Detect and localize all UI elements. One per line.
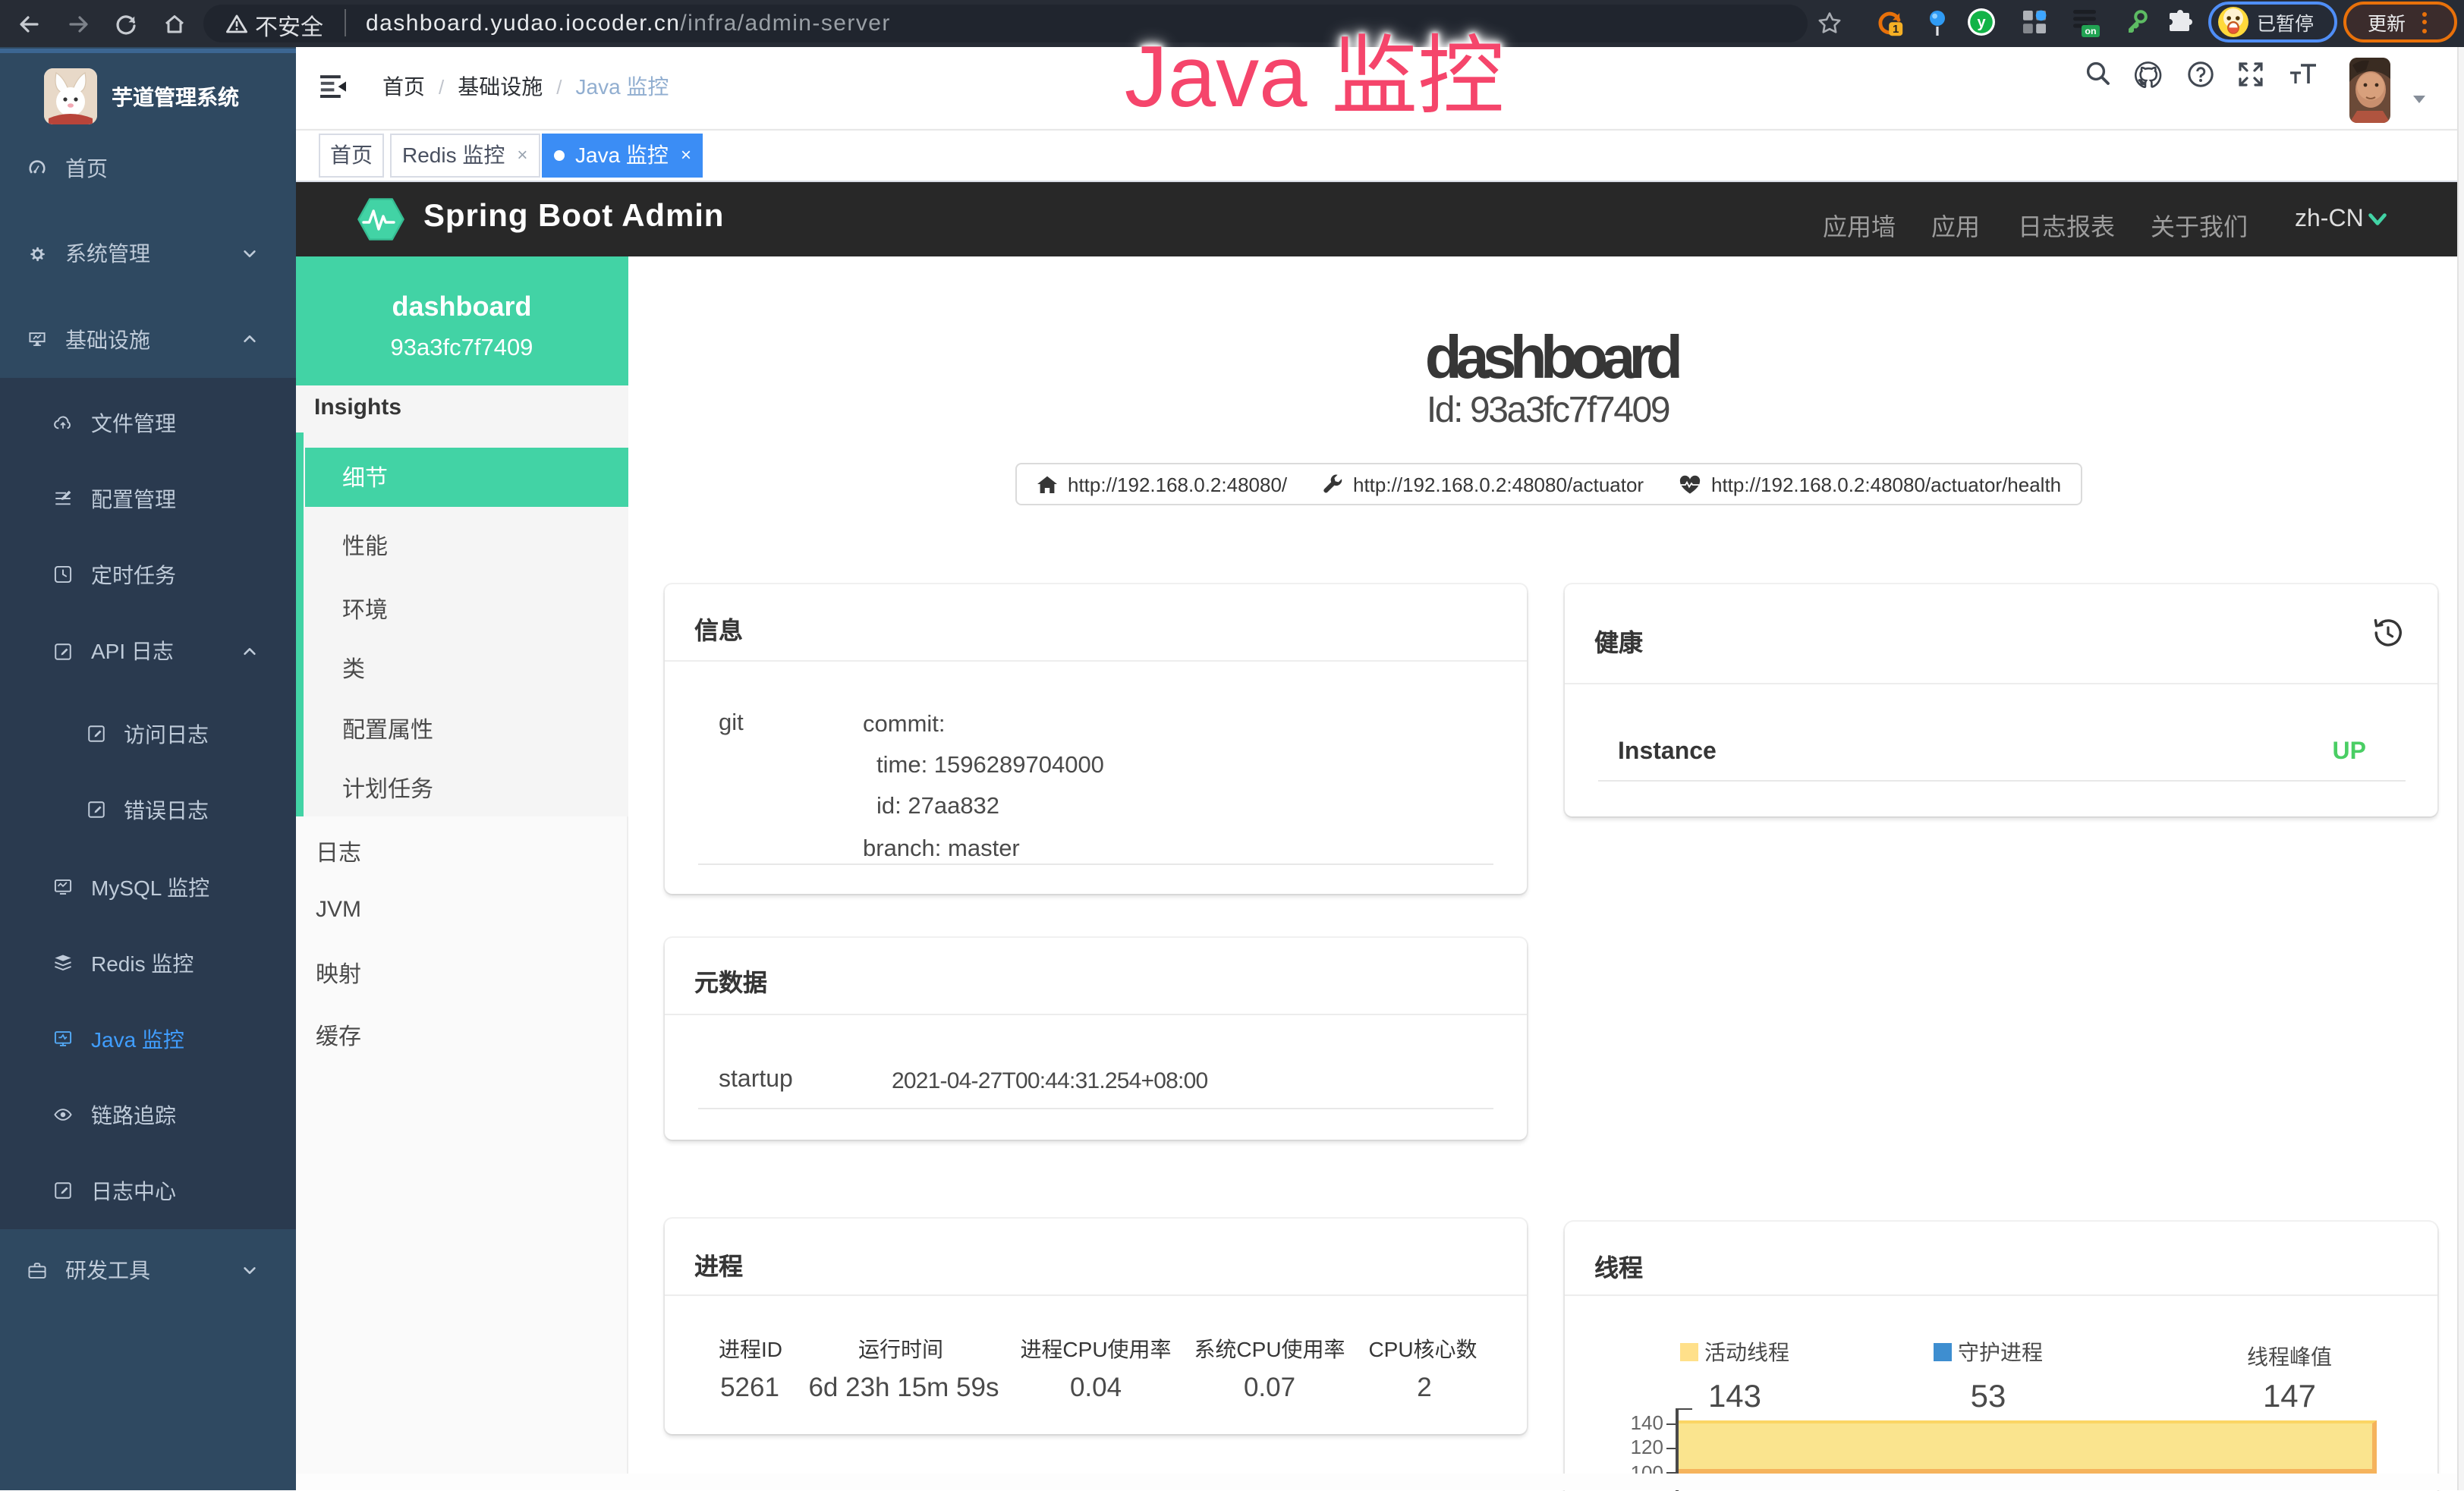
svg-text:1: 1 <box>1893 23 1899 36</box>
svg-text:on: on <box>2085 26 2096 36</box>
svg-text:y: y <box>1977 14 1986 31</box>
